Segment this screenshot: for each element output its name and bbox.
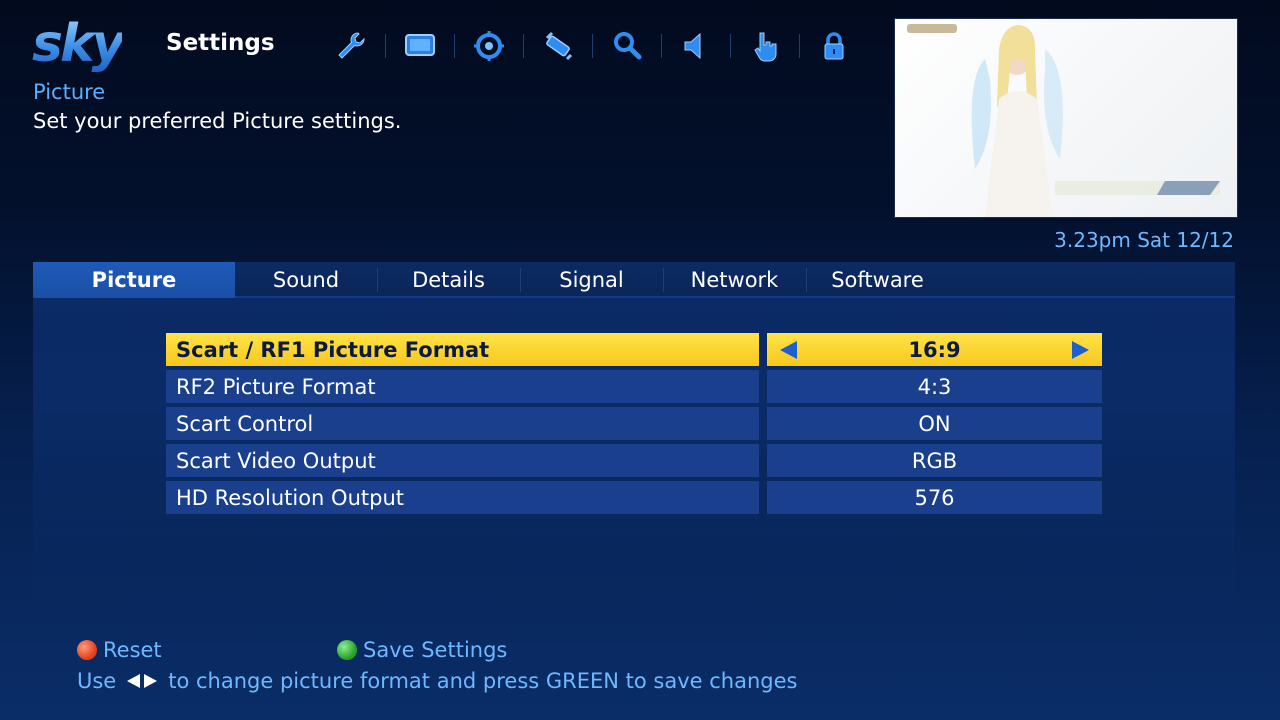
help-hint: Use to change picture format and press G… — [77, 669, 797, 693]
tab-software[interactable]: Software — [806, 262, 949, 298]
green-button-icon — [337, 640, 357, 660]
tab-underline — [235, 296, 1235, 298]
save-settings-button[interactable]: Save Settings — [337, 638, 507, 662]
clock: 3.23pm Sat 12/12 — [1054, 228, 1234, 252]
left-right-arrows-icon — [124, 672, 160, 690]
tv-screen-icon[interactable] — [385, 26, 454, 66]
hint-suffix: to change picture format and press GREEN… — [168, 669, 798, 693]
setting-row-scart-rf1-format[interactable]: Scart / RF1 Picture Format 16:9 — [166, 333, 1102, 366]
footer: Reset Save Settings Use to change pictur… — [77, 634, 797, 693]
tab-signal[interactable]: Signal — [520, 262, 663, 298]
setting-value[interactable]: RGB — [767, 444, 1102, 477]
setting-row-hd-resolution[interactable]: HD Resolution Output 576 — [166, 481, 1102, 514]
setting-value: 16:9 — [908, 337, 961, 362]
setting-row-rf2-format[interactable]: RF2 Picture Format 4:3 — [166, 370, 1102, 403]
setting-value[interactable]: 576 — [767, 481, 1102, 514]
target-icon[interactable] — [454, 26, 523, 66]
tab-details[interactable]: Details — [377, 262, 520, 298]
setting-label: Scart Control — [166, 407, 759, 440]
setting-value[interactable]: ON — [767, 407, 1102, 440]
section-title: Picture — [33, 80, 106, 104]
setting-row-scart-control[interactable]: Scart Control ON — [166, 407, 1102, 440]
setting-label: Scart / RF1 Picture Format — [166, 333, 759, 366]
speaker-icon[interactable] — [661, 26, 730, 66]
preview-image — [907, 24, 1220, 217]
settings-list: Scart / RF1 Picture Format 16:9 RF2 Pict… — [166, 333, 1102, 518]
right-arrow-icon[interactable] — [1070, 339, 1092, 361]
left-arrow-icon[interactable] — [777, 339, 799, 361]
tab-sound[interactable]: Sound — [235, 262, 377, 298]
setting-row-scart-video-output[interactable]: Scart Video Output RGB — [166, 444, 1102, 477]
setting-label: RF2 Picture Format — [166, 370, 759, 403]
wrench-icon[interactable] — [316, 26, 385, 66]
live-tv-preview — [894, 18, 1238, 218]
section-description: Set your preferred Picture settings. — [33, 109, 402, 133]
settings-icon-bar — [316, 26, 868, 66]
tab-picture[interactable]: Picture — [33, 262, 235, 298]
reset-label: Reset — [103, 638, 162, 662]
search-icon[interactable] — [592, 26, 661, 66]
setting-value-selector[interactable]: 16:9 — [767, 333, 1102, 366]
hint-prefix: Use — [77, 669, 117, 693]
lock-icon[interactable] — [799, 26, 868, 66]
red-button-icon — [77, 640, 97, 660]
setting-value[interactable]: 4:3 — [767, 370, 1102, 403]
satellite-dish-icon[interactable] — [523, 26, 592, 66]
sky-logo: sky — [32, 14, 125, 74]
save-label: Save Settings — [363, 638, 508, 662]
hand-pointer-icon[interactable] — [730, 26, 799, 66]
tab-network[interactable]: Network — [663, 262, 806, 298]
setting-label: Scart Video Output — [166, 444, 759, 477]
reset-button[interactable]: Reset — [77, 638, 337, 662]
setting-label: HD Resolution Output — [166, 481, 759, 514]
tab-bar: Picture Sound Details Signal Network Sof… — [33, 262, 1235, 298]
page-title: Settings — [166, 30, 275, 56]
